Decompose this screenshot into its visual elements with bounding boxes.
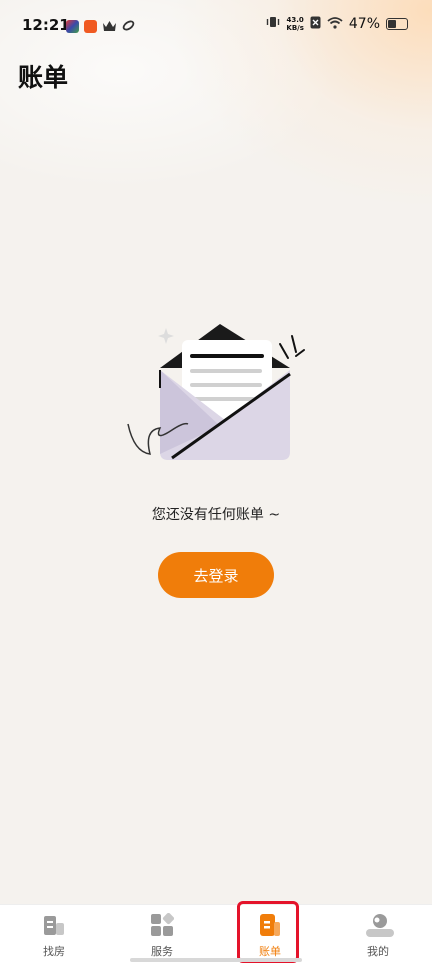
status-app-icons (66, 17, 135, 36)
bottom-tabbar: 找房 服务 账单 我的 (0, 904, 432, 965)
crown-icon (102, 17, 117, 36)
tab-label: 服务 (151, 945, 173, 958)
status-time: 12:21 (22, 16, 70, 34)
tab-services[interactable]: 服务 (108, 905, 216, 965)
building-icon (42, 913, 66, 937)
status-bar: 12:21 43.0 KB/s 47% (0, 0, 432, 50)
app-icon-1 (66, 20, 79, 33)
grid-icon (150, 912, 175, 937)
tab-label: 我的 (367, 945, 389, 958)
link-icon (122, 17, 135, 36)
open-envelope-icon (120, 318, 320, 468)
app-icon-2 (84, 20, 97, 33)
battery-icon (386, 18, 408, 30)
login-button[interactable]: 去登录 (158, 552, 274, 598)
page-title: 账单 (18, 63, 69, 92)
wifi-icon (327, 16, 343, 33)
status-right-icons: 43.0 KB/s 47% (266, 15, 408, 33)
home-indicator (130, 958, 302, 962)
net-speed-value: 43.0 (286, 16, 304, 24)
highlight-box (237, 901, 299, 963)
profile-icon (366, 913, 394, 937)
vibrate-icon (266, 15, 280, 33)
tab-find-house[interactable]: 找房 (0, 905, 108, 965)
empty-message: 您还没有任何账单 ~ (151, 507, 281, 523)
net-speed: 43.0 KB/s (286, 16, 303, 32)
tab-mine[interactable]: 我的 (324, 905, 432, 965)
sim-off-icon (310, 16, 321, 33)
net-speed-unit: KB/s (286, 24, 304, 32)
tab-label: 找房 (43, 945, 65, 958)
battery-percent: 47% (348, 16, 380, 32)
